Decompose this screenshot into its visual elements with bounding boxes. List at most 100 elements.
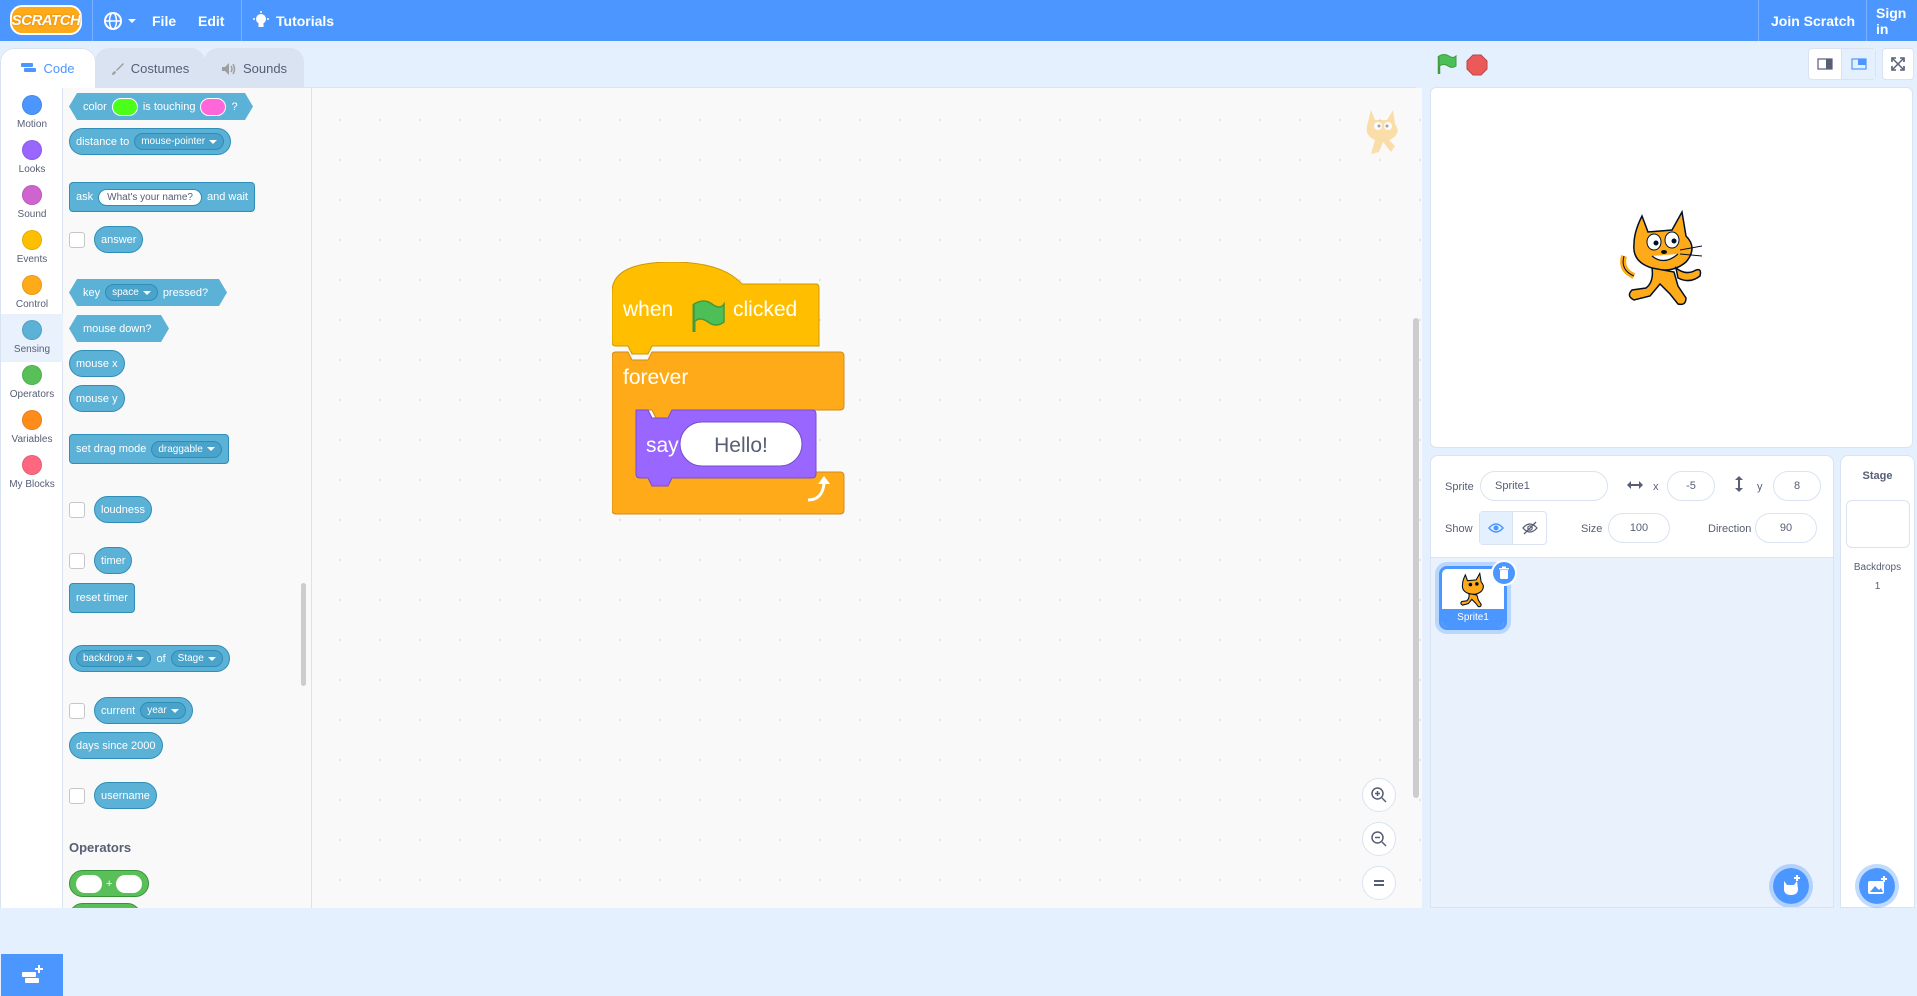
choose-sprite-button[interactable] (1769, 864, 1813, 907)
add-extension-icon (22, 965, 43, 983)
block-subtract[interactable] (69, 903, 141, 908)
stage-selector[interactable]: Stage Backdrops 1 (1840, 455, 1915, 908)
fullscreen-button[interactable] (1882, 48, 1914, 80)
x-label: x (1653, 481, 1659, 493)
distance-target-menu[interactable]: mouse-pointer (134, 133, 225, 150)
sign-in-link[interactable]: Sign in (1876, 0, 1917, 41)
block-mouse-down[interactable]: mouse down? (69, 315, 169, 342)
block-color-touching-color[interactable]: color is touching ? (69, 93, 253, 120)
size-input[interactable]: 100 (1608, 513, 1670, 543)
ask-question-input[interactable]: What's your name? (98, 188, 202, 206)
attribute-menu[interactable]: backdrop # (76, 650, 152, 667)
block-reset-timer[interactable]: reset timer (69, 583, 135, 613)
stop-button[interactable] (1466, 54, 1488, 76)
block-mouse-y[interactable]: mouse y (69, 385, 125, 412)
category-motion[interactable]: Motion (1, 92, 63, 137)
tab-code[interactable]: Code (0, 48, 96, 88)
stage-size-toggle (1808, 48, 1876, 80)
tab-sounds[interactable]: Sounds (204, 48, 304, 88)
block-answer[interactable]: answer (94, 226, 144, 253)
palette-scrollbar[interactable] (301, 583, 306, 686)
sprite-name-label: Sprite (1445, 481, 1474, 493)
category-looks[interactable]: Looks (1, 137, 63, 182)
category-label: Motion (16, 119, 47, 130)
dropdown-value: year (147, 705, 167, 716)
show-visible-button[interactable] (1480, 512, 1514, 544)
block-text: mouse x (76, 357, 118, 370)
block-attribute-of[interactable]: backdrop # of Stage (69, 645, 230, 672)
x-input[interactable]: -5 (1667, 471, 1715, 501)
tab-costumes[interactable]: Costumes (95, 48, 205, 88)
delete-sprite-button[interactable] (1491, 560, 1517, 586)
loudness-checkbox[interactable] (69, 502, 85, 518)
block-text: ask (76, 191, 94, 203)
zoom-reset-button[interactable] (1362, 866, 1396, 900)
block-timer[interactable]: timer (94, 547, 133, 574)
category-dot (22, 95, 42, 115)
sprite-name-input[interactable]: Sprite1 (1480, 471, 1608, 501)
color-swatch-pink[interactable] (200, 98, 226, 116)
category-dot (22, 230, 42, 250)
normal-stage-button[interactable] (1842, 49, 1875, 79)
choose-backdrop-button[interactable] (1855, 864, 1899, 908)
script-area-scrollbar[interactable] (1413, 318, 1419, 798)
y-arrows-icon (1735, 476, 1743, 492)
operand-input[interactable] (76, 874, 102, 893)
category-events[interactable]: Events (1, 227, 63, 272)
scratch-logo[interactable]: SCRATCH (10, 5, 82, 35)
category-control[interactable]: Control (1, 272, 63, 317)
color-swatch-green[interactable] (112, 98, 138, 116)
y-input[interactable]: 8 (1773, 471, 1821, 501)
category-sensing[interactable]: Sensing (1, 314, 63, 362)
say-value[interactable]: Hello! (686, 434, 796, 458)
zoom-in-button[interactable] (1362, 778, 1396, 812)
direction-input[interactable]: 90 (1755, 513, 1817, 543)
add-sprite-icon (1784, 875, 1800, 895)
answer-checkbox[interactable] (69, 232, 85, 248)
block-key-pressed[interactable]: key space pressed? (69, 279, 227, 306)
block-loudness[interactable]: loudness (94, 496, 153, 523)
tutorials-button[interactable]: Tutorials (252, 0, 334, 41)
lightbulb-icon (253, 10, 269, 27)
edit-menu[interactable]: Edit (198, 0, 224, 41)
block-text: answer (101, 233, 137, 246)
backdrops-label: Backdrops (1853, 562, 1902, 573)
block-distance-to[interactable]: distance to mouse-pointer (69, 128, 232, 155)
timer-checkbox[interactable] (69, 553, 85, 569)
script-area[interactable]: when clicked forever say Hello! (312, 88, 1422, 908)
drag-mode-menu[interactable]: draggable (151, 440, 222, 458)
direction-label: Direction (1708, 523, 1752, 535)
block-mouse-x[interactable]: mouse x (69, 350, 125, 377)
stage[interactable] (1430, 87, 1913, 448)
block-current[interactable]: current year (94, 697, 193, 724)
block-days-since-2000[interactable]: days since 2000 (69, 732, 163, 759)
hat-clicked-text: clicked (733, 298, 798, 321)
category-sound[interactable]: Sound (1, 182, 63, 227)
category-variables[interactable]: Variables (1, 407, 63, 452)
join-scratch-link[interactable]: Join Scratch (1771, 0, 1855, 41)
object-menu[interactable]: Stage (170, 650, 223, 667)
current-checkbox[interactable] (69, 703, 85, 719)
block-set-drag-mode[interactable]: set drag mode draggable (69, 434, 229, 464)
operand-input[interactable] (116, 874, 143, 893)
username-checkbox[interactable] (69, 788, 85, 804)
small-stage-button[interactable] (1809, 49, 1843, 79)
add-extension-button[interactable] (1, 954, 63, 996)
block-add[interactable]: + (69, 870, 150, 897)
green-flag-button[interactable] (1434, 53, 1458, 77)
zoom-out-button[interactable] (1362, 822, 1396, 856)
category-my-blocks[interactable]: My Blocks (1, 452, 63, 497)
file-menu[interactable]: File (152, 0, 176, 41)
category-operators[interactable]: Operators (1, 362, 63, 407)
sprite-cat-on-stage[interactable] (1616, 206, 1716, 310)
language-menu[interactable] (102, 0, 137, 41)
block-ask-and-wait[interactable]: ask What's your name? and wait (69, 182, 255, 212)
current-menu[interactable]: year (140, 702, 186, 719)
block-text: loudness (101, 503, 146, 516)
block-username[interactable]: username (94, 782, 157, 809)
show-label: Show (1445, 523, 1473, 535)
block-text: color (83, 100, 107, 113)
dropdown-value: backdrop # (83, 653, 133, 664)
show-hidden-button[interactable] (1513, 512, 1546, 544)
key-menu[interactable]: space (105, 284, 158, 301)
